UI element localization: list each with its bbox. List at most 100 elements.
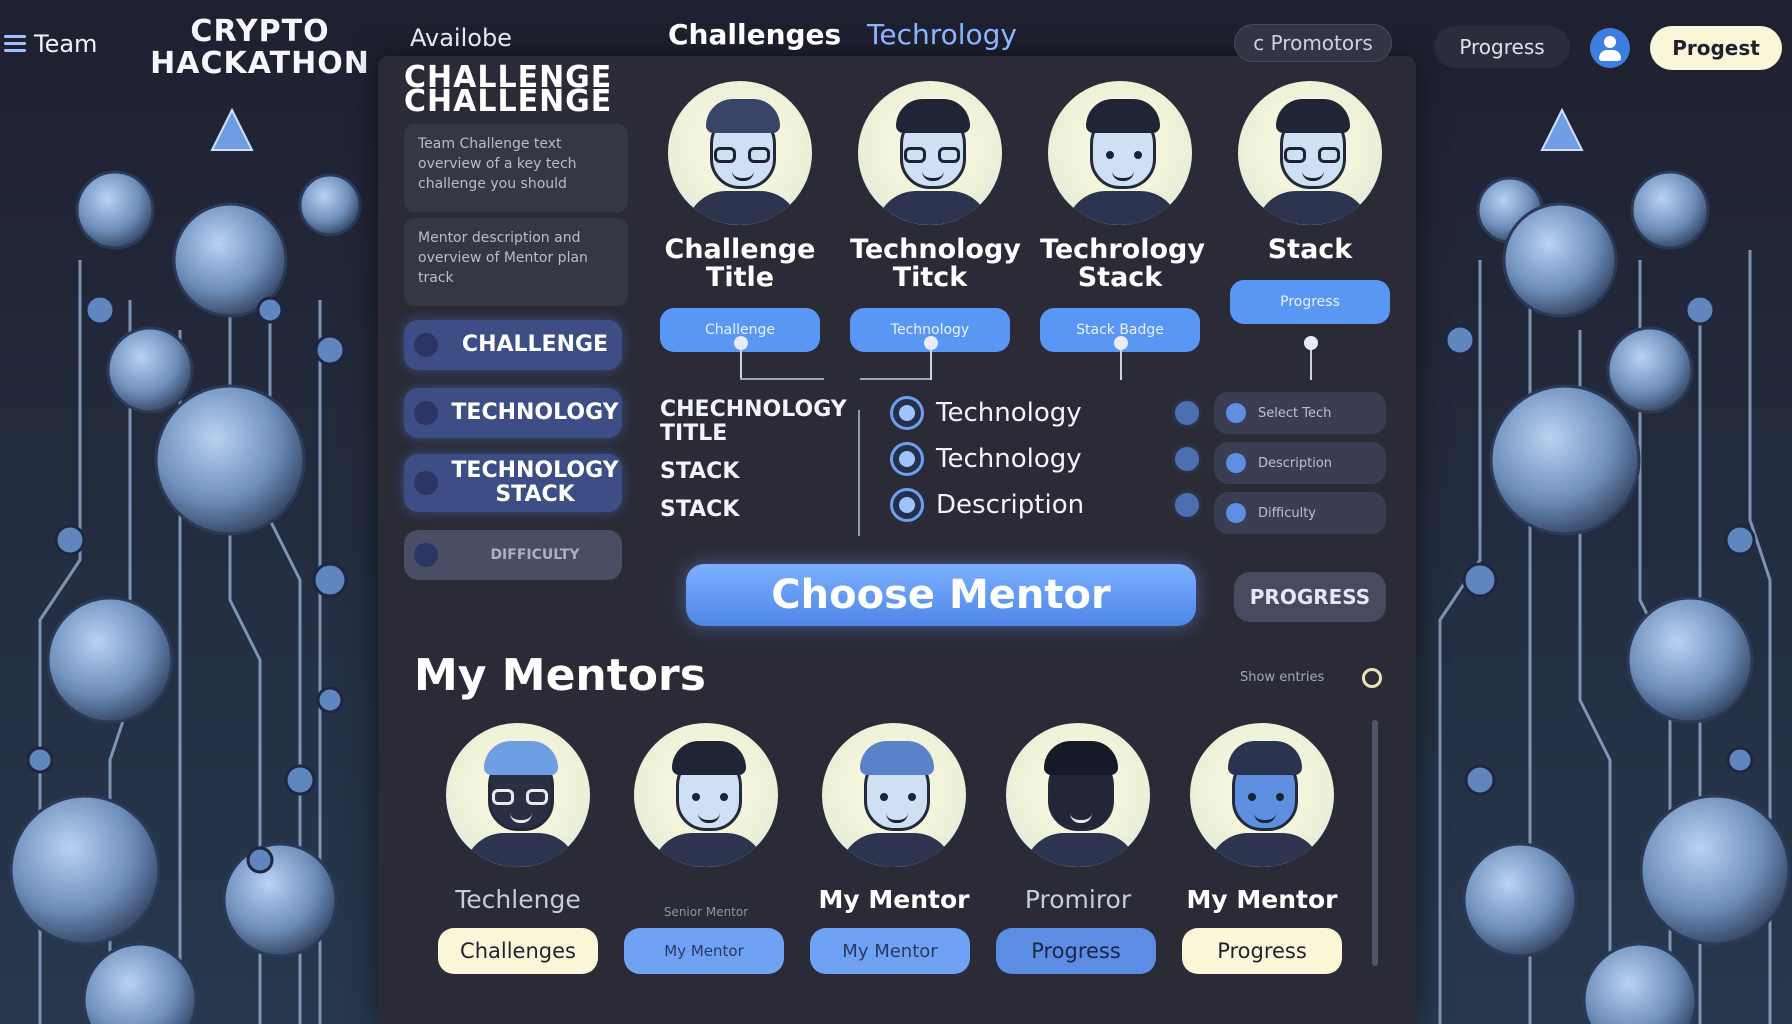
scrollbar[interactable] bbox=[1372, 720, 1378, 966]
connector-line bbox=[924, 336, 938, 380]
my-mentor-card-4[interactable]: Promiror bbox=[998, 720, 1158, 914]
available-label: Availobe bbox=[410, 24, 512, 52]
my-mentor-card-2[interactable]: Senior Mentor bbox=[626, 720, 786, 919]
my-mentors-meta: Show entries bbox=[1240, 670, 1325, 685]
status-dot-icon bbox=[1172, 444, 1202, 474]
connector-line bbox=[740, 378, 824, 380]
mentor-card-4[interactable]: Stack Progress bbox=[1230, 78, 1390, 324]
info-icon bbox=[1226, 503, 1246, 523]
tech-detail-item[interactable]: Difficulty bbox=[1214, 492, 1386, 534]
tech-option-label: Technology bbox=[936, 398, 1082, 428]
mentor-button-my-mentor[interactable]: My Mentor bbox=[624, 928, 784, 974]
my-mentor-card-3[interactable]: My Mentor bbox=[814, 720, 974, 914]
challenge-title-line-2: CHALLENGE bbox=[404, 84, 613, 119]
avatar bbox=[443, 720, 593, 870]
mentor-name: My Mentor bbox=[1186, 885, 1338, 914]
tech-label: STACK bbox=[660, 459, 740, 484]
status-dot-icon bbox=[1172, 490, 1202, 520]
sidebar-button-label: CHALLENGE bbox=[461, 332, 609, 357]
mentor-button-challenges[interactable]: Challenges bbox=[438, 928, 598, 974]
mentor-action-button[interactable]: Progress bbox=[1230, 280, 1390, 324]
promotors-pill[interactable]: c Promotors bbox=[1234, 24, 1392, 62]
connector-line bbox=[734, 336, 748, 380]
tech-label: CHECHNOLOGY bbox=[660, 397, 847, 422]
progress-button[interactable]: PROGRESS bbox=[1234, 572, 1386, 622]
avatar bbox=[1187, 720, 1337, 870]
difficulty-icon bbox=[414, 543, 438, 567]
mentor-card-3[interactable]: Techrology Stack Stack Badge bbox=[1040, 78, 1205, 352]
description-card: Mentor description and overview of Mento… bbox=[404, 218, 628, 306]
sidebar-button-label: DIFFICULTY bbox=[490, 547, 580, 563]
challenge-card: Team Challenge text overview of a key te… bbox=[404, 124, 628, 212]
logo-line-1: CRYPTO bbox=[190, 14, 330, 49]
tree-line bbox=[858, 410, 860, 536]
radio-icon[interactable] bbox=[890, 442, 924, 476]
challenge-title: CHALLENGE CHALLENGE bbox=[404, 63, 613, 119]
tech-detail-label: Difficulty bbox=[1258, 505, 1316, 521]
mentor-name: My Mentor bbox=[818, 885, 970, 914]
technology-icon bbox=[414, 401, 438, 425]
sidebar-button-difficulty[interactable]: DIFFICULTY bbox=[404, 530, 622, 580]
connector-line bbox=[1304, 336, 1318, 380]
tech-label-column: CHECHNOLOGY TITLE STACK STACK bbox=[660, 398, 847, 536]
hamburger-icon[interactable] bbox=[4, 35, 26, 53]
my-mentors-heading: My Mentors bbox=[414, 650, 706, 701]
mentor-button-my-mentor[interactable]: My Mentor bbox=[810, 928, 970, 974]
tech-detail-label: Select Tech bbox=[1258, 405, 1332, 421]
avatar bbox=[855, 78, 1005, 228]
mentor-name: Challenge Title bbox=[664, 234, 816, 293]
tech-option-3[interactable]: Description bbox=[890, 484, 1190, 526]
avatar bbox=[1003, 720, 1153, 870]
tech-option-1[interactable]: Technology bbox=[890, 392, 1190, 434]
mentor-name: Promiror bbox=[1024, 885, 1132, 914]
stack-icon bbox=[414, 471, 438, 495]
avatar bbox=[819, 720, 969, 870]
sidebar-button-challenge[interactable]: CHALLENGE bbox=[404, 320, 622, 370]
tab-challenges[interactable]: Challenges bbox=[668, 18, 841, 51]
progress-pill[interactable]: Progress bbox=[1434, 26, 1570, 68]
my-mentor-card-1[interactable]: Techlenge bbox=[438, 720, 598, 914]
choose-mentor-button[interactable]: Choose Mentor bbox=[686, 564, 1196, 626]
team-menu[interactable]: Team bbox=[4, 30, 97, 58]
mentor-button-progress[interactable]: Progress bbox=[996, 928, 1156, 974]
info-icon bbox=[1226, 403, 1246, 423]
mentor-name: Technology Titck bbox=[850, 234, 1021, 293]
tab-technology[interactable]: Techrology bbox=[867, 18, 1017, 51]
user-avatar-icon[interactable] bbox=[1590, 28, 1630, 68]
tech-detail-label: Description bbox=[1258, 455, 1333, 471]
refresh-icon[interactable] bbox=[1362, 668, 1382, 688]
tech-detail-item[interactable]: Description bbox=[1214, 442, 1386, 484]
tech-detail-item[interactable]: Select Tech bbox=[1214, 392, 1386, 434]
team-menu-label: Team bbox=[34, 30, 98, 58]
status-dot-icon bbox=[1172, 398, 1202, 428]
app-logo: CRYPTO HACKATHON bbox=[150, 16, 370, 80]
mentor-name: Stack bbox=[1267, 234, 1353, 265]
sidebar-button-technology[interactable]: TECHNOLOGY bbox=[404, 388, 622, 438]
tech-option-label: Description bbox=[936, 490, 1085, 520]
sidebar-button-label: TECHNOLOGY bbox=[451, 400, 619, 425]
mentor-name: Techlenge bbox=[455, 885, 581, 914]
avatar bbox=[1045, 78, 1195, 228]
mentor-card-2[interactable]: Technology Titck Technology bbox=[850, 78, 1021, 352]
avatar bbox=[1235, 78, 1385, 228]
mentor-name: Techrology Stack bbox=[1040, 234, 1205, 293]
info-icon bbox=[1226, 453, 1246, 473]
avatar bbox=[665, 78, 815, 228]
radio-icon[interactable] bbox=[890, 396, 924, 430]
my-mentor-card-5[interactable]: My Mentor bbox=[1182, 720, 1342, 914]
mentor-name: Senior Mentor bbox=[663, 905, 749, 919]
avatar bbox=[631, 720, 781, 870]
sidebar-button-technology-stack[interactable]: TECHNOLOGY STACK bbox=[404, 454, 622, 512]
tech-label: STACK bbox=[660, 497, 740, 522]
connector-line bbox=[860, 378, 930, 380]
radio-icon[interactable] bbox=[890, 488, 924, 522]
challenge-icon bbox=[414, 333, 438, 357]
progest-button[interactable]: Progest bbox=[1650, 26, 1782, 70]
sidebar-button-label: TECHNOLOGY STACK bbox=[451, 458, 619, 507]
tech-option-label: Technology bbox=[936, 444, 1082, 474]
mentor-button-progress[interactable]: Progress bbox=[1182, 928, 1342, 974]
tech-label: TITLE bbox=[660, 421, 728, 446]
tech-option-2[interactable]: Technology bbox=[890, 438, 1190, 480]
mentor-card-1[interactable]: Challenge Title Challenge bbox=[660, 78, 820, 352]
connector-line bbox=[1114, 336, 1128, 380]
